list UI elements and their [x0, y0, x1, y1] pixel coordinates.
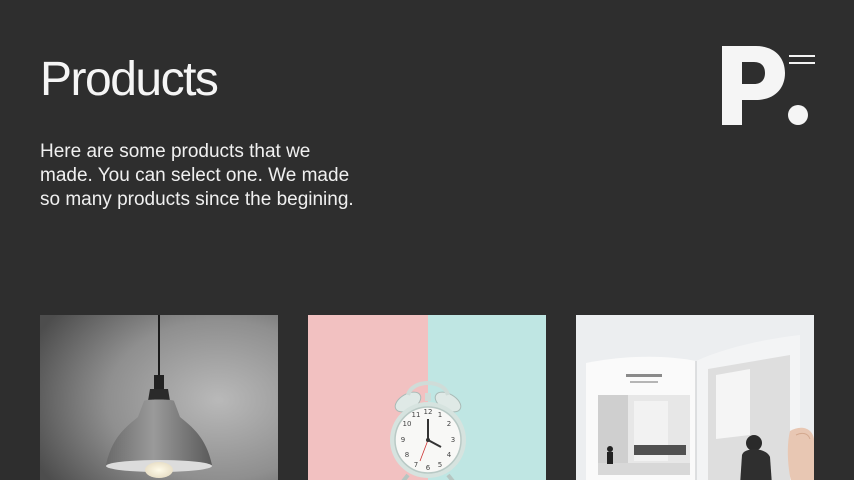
menu-button[interactable] — [786, 50, 818, 70]
svg-text:2: 2 — [447, 420, 451, 428]
svg-text:11: 11 — [412, 411, 421, 419]
product-card-pendant-lamp[interactable] — [40, 315, 278, 480]
svg-text:8: 8 — [405, 451, 409, 459]
svg-text:6: 6 — [426, 464, 431, 472]
page-title: Products — [40, 53, 219, 106]
product-card-alarm-clock[interactable]: 12 1 2 3 4 5 6 7 8 9 10 11 — [308, 315, 546, 480]
open-magazine-photo — [576, 315, 814, 480]
svg-text:3: 3 — [451, 436, 455, 444]
product-card-magazine[interactable] — [576, 315, 814, 480]
svg-text:9: 9 — [401, 436, 405, 444]
svg-text:4: 4 — [447, 451, 452, 459]
svg-text:1: 1 — [438, 411, 442, 419]
svg-text:5: 5 — [438, 461, 442, 469]
product-grid: 12 1 2 3 4 5 6 7 8 9 10 11 — [40, 315, 814, 480]
svg-text:7: 7 — [414, 461, 418, 469]
products-page: Products Here are some products that we … — [0, 0, 854, 480]
pendant-lamp-photo — [40, 315, 278, 480]
hamburger-menu-icon — [789, 55, 815, 57]
intro-text: Here are some products that we made. You… — [40, 141, 354, 210]
hamburger-menu-icon-bar — [789, 62, 815, 64]
alarm-clock-photo: 12 1 2 3 4 5 6 7 8 9 10 11 — [308, 315, 546, 480]
svg-text:12: 12 — [424, 408, 433, 416]
svg-text:10: 10 — [403, 420, 412, 428]
